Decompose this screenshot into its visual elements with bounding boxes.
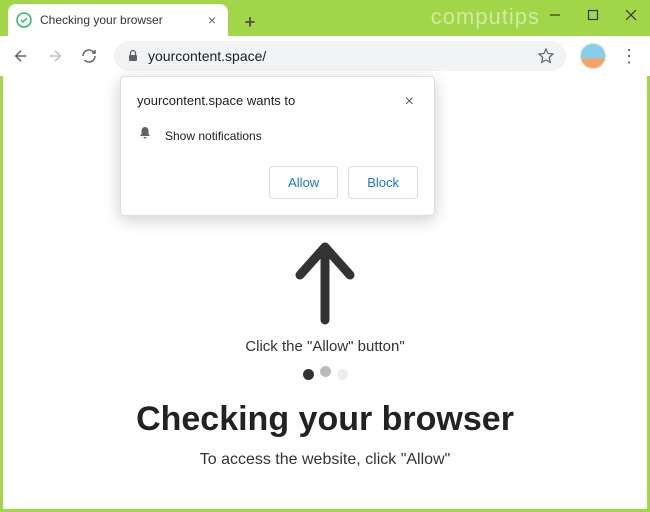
tab-title: Checking your browser [40,13,196,27]
bell-icon [137,125,153,146]
window-controls [536,0,650,30]
minimize-button[interactable] [536,0,574,30]
page-subtitle: To access the website, click "Allow" [200,451,451,469]
address-bar[interactable]: yourcontent.space/ [114,41,566,71]
loading-dots [303,369,348,380]
permission-request-text: Show notifications [165,129,262,143]
dot-icon [337,369,348,380]
page-heading: Checking your browser [136,400,514,439]
menu-button[interactable]: ⋮ [614,41,644,71]
lock-icon [126,49,140,63]
reload-button[interactable] [74,41,104,71]
permission-popup: yourcontent.space wants to × Show notifi… [120,76,435,216]
new-tab-button[interactable]: + [236,8,264,36]
dot-icon [320,366,331,377]
tab-close-button[interactable]: × [204,12,220,28]
forward-button[interactable] [40,41,70,71]
watermark-text: computips [431,4,540,30]
close-window-button[interactable] [612,0,650,30]
up-arrow-icon [285,235,365,330]
browser-toolbar: yourcontent.space/ ⋮ [0,36,650,76]
dot-icon [303,369,314,380]
bookmark-star-icon[interactable] [538,48,554,64]
url-text: yourcontent.space/ [148,48,530,64]
back-button[interactable] [6,41,36,71]
checkmark-circle-icon [16,12,32,28]
block-button[interactable]: Block [348,166,418,199]
maximize-button[interactable] [574,0,612,30]
permission-title: yourcontent.space wants to [137,93,295,108]
browser-window: computips Checking your browser × + [0,0,650,512]
allow-button[interactable]: Allow [269,166,338,199]
permission-close-button[interactable]: × [401,93,418,111]
profile-avatar[interactable] [580,43,606,69]
page-hint-text: Click the "Allow" button" [245,338,404,355]
browser-tab[interactable]: Checking your browser × [8,4,228,36]
